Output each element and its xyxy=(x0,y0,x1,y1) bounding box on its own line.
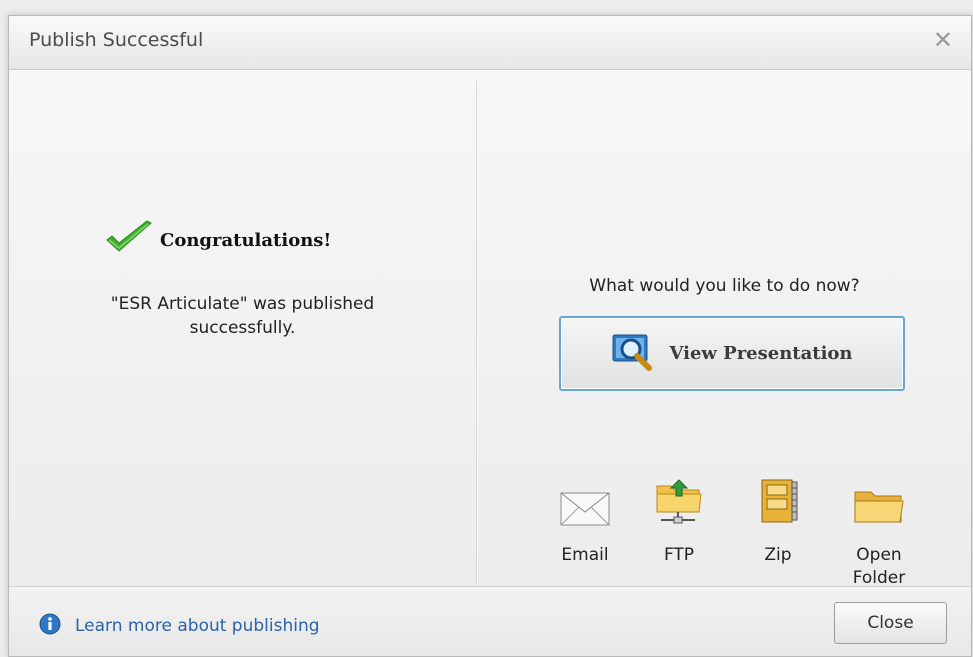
dialog-title: Publish Successful xyxy=(29,29,204,51)
ftp-label: FTP xyxy=(663,545,695,565)
dialog-content: Congratulations! "ESR Articulate" was pu… xyxy=(9,70,971,588)
next-action-prompt: What would you like to do now? xyxy=(589,276,860,296)
learn-more-link[interactable]: Learn more about publishing xyxy=(39,613,320,639)
success-pane: Congratulations! "ESR Articulate" was pu… xyxy=(9,70,476,586)
open-folder-label-line1: Open xyxy=(856,545,902,565)
learn-more-text: Learn more about publishing xyxy=(75,616,320,636)
congrats-heading: Congratulations! xyxy=(160,229,332,251)
open-folder-label: Open Folder xyxy=(834,544,924,590)
zip-action[interactable]: Zip xyxy=(733,479,823,567)
magnifier-icon xyxy=(611,332,655,376)
vertical-divider xyxy=(476,80,477,585)
folder-icon xyxy=(853,488,905,530)
zip-archive-icon xyxy=(756,476,800,530)
view-presentation-label: View Presentation xyxy=(669,343,853,364)
zip-label: Zip xyxy=(764,545,792,565)
ftp-action[interactable]: FTP xyxy=(634,479,724,567)
publish-dialog: Publish Successful ✕ Congratulations! "E… xyxy=(8,15,972,657)
title-bar: Publish Successful ✕ xyxy=(9,16,971,70)
email-label: Email xyxy=(561,545,609,565)
published-message: "ESR Articulate" was published successfu… xyxy=(9,292,476,340)
close-icon[interactable]: ✕ xyxy=(933,26,953,54)
ftp-folder-icon xyxy=(653,476,705,530)
close-button[interactable]: Close xyxy=(834,602,947,644)
congrats-row: Congratulations! xyxy=(104,220,331,260)
email-action[interactable]: Email xyxy=(540,480,630,567)
dialog-footer: Learn more about publishing Close xyxy=(9,586,971,656)
checkmark-icon xyxy=(104,220,154,260)
open-folder-action[interactable]: Open Folder xyxy=(834,480,924,590)
view-presentation-button[interactable]: View Presentation xyxy=(559,316,905,391)
envelope-icon xyxy=(560,492,610,530)
info-icon xyxy=(39,613,61,639)
published-message-line2: successfully. xyxy=(189,318,296,338)
published-message-line1: "ESR Articulate" was published xyxy=(110,294,375,314)
